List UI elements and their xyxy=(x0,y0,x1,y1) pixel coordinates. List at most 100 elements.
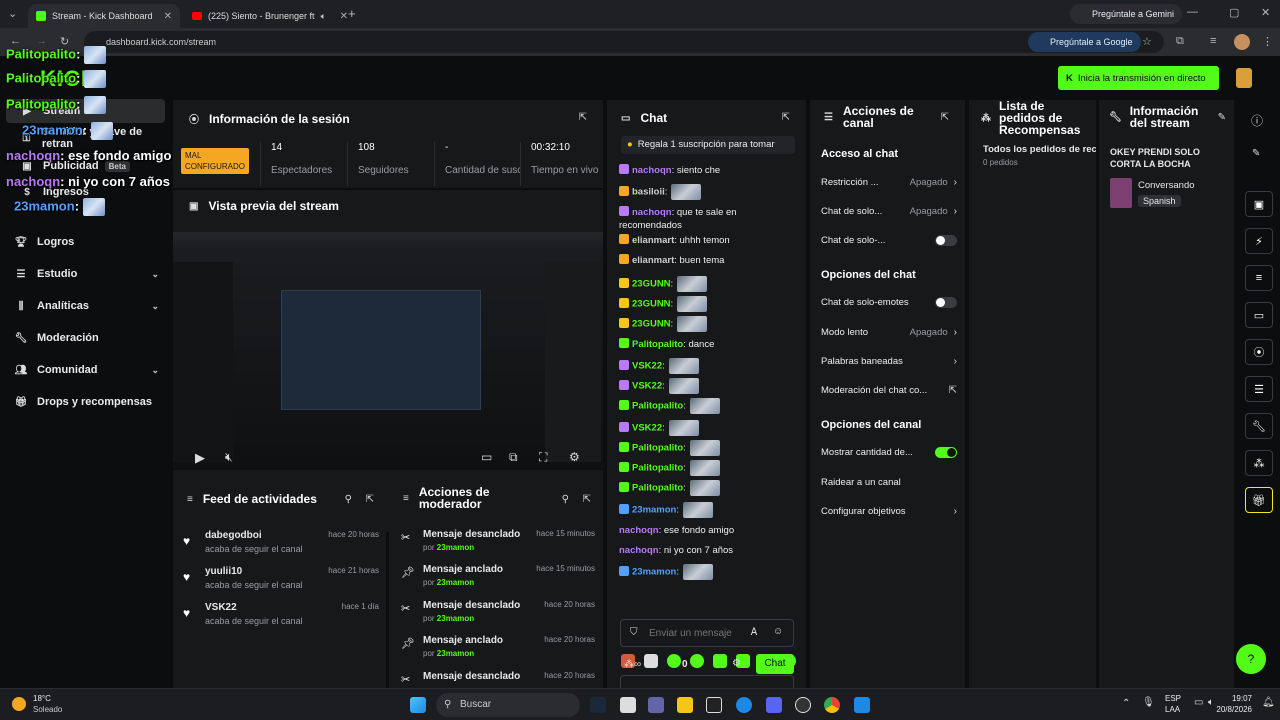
popout-icon[interactable]: ⇱ xyxy=(583,494,591,505)
pip-icon[interactable]: ▭ xyxy=(481,450,492,464)
banned-words-row[interactable]: Palabras baneadas › xyxy=(821,353,957,369)
rail-layout-button[interactable]: ☰ xyxy=(1245,376,1273,402)
folder-icon[interactable] xyxy=(677,697,693,713)
rail-bolt-button[interactable]: ⚡︎ xyxy=(1245,228,1273,254)
send-chat-button[interactable]: Chat xyxy=(756,654,794,674)
configure-goals-row[interactable]: Configurar objetivos › xyxy=(821,503,957,519)
emote-only-row[interactable]: Chat de solo-emotes xyxy=(821,294,957,310)
show-count-row[interactable]: Mostrar cantidad de... xyxy=(821,444,957,460)
chat-message[interactable]: VSK22: xyxy=(619,378,799,394)
chat-message[interactable]: Palitopalito: xyxy=(619,440,799,456)
rail-video-button[interactable]: ▣ xyxy=(1245,191,1273,217)
profile-avatar[interactable] xyxy=(1234,34,1250,50)
sidebar-item-studio[interactable]: ☰ Estudio ⌄ xyxy=(14,264,159,284)
speaker-icon[interactable]: 🔈︎ xyxy=(321,11,326,22)
app-icon[interactable] xyxy=(854,697,870,713)
all-requests-label[interactable]: Todos los pedidos de rec xyxy=(983,144,1096,155)
chat-message[interactable]: Palitopalito: xyxy=(619,480,799,496)
settings-icon[interactable]: ⚙ xyxy=(569,450,580,464)
sidebar-item-drops[interactable]: 🎁︎ Drops y recompensas xyxy=(14,392,159,412)
edge-icon[interactable] xyxy=(736,697,752,713)
help-button[interactable]: ? xyxy=(1236,644,1266,674)
ask-google-button[interactable]: Pregúntale a Google xyxy=(1028,32,1141,52)
sidebar-item-community[interactable]: 👥︎ Comunidad ⌄ xyxy=(14,360,159,380)
bookmark-star-icon[interactable]: ☆ xyxy=(1142,35,1152,48)
notification-icon[interactable]: 🔔︎ xyxy=(1262,697,1275,708)
tab-list-icon[interactable]: ≡ xyxy=(1210,35,1216,47)
chat-message-list[interactable]: nachoqn: siento che basiloii: nachoqn: que… xyxy=(607,164,806,590)
chat-message[interactable]: basiloii: xyxy=(619,184,799,200)
rail-chat-button[interactable]: ▭ xyxy=(1245,302,1273,328)
tab-search-icon[interactable]: ⌄ xyxy=(8,7,17,20)
category-name[interactable]: Conversando xyxy=(1138,180,1195,191)
clock-time[interactable]: 19:07 xyxy=(1222,694,1252,703)
chat-message[interactable]: nachoqn: ese fondo amigo xyxy=(619,524,799,537)
chat-message[interactable]: nachoqn: que te sale en recomendados xyxy=(619,206,799,232)
rail-wrench-button[interactable]: 🔧︎ xyxy=(1245,413,1273,439)
user-avatar[interactable] xyxy=(1236,68,1252,88)
taskbar-search[interactable]: ⚲ Buscar xyxy=(436,693,580,717)
chat-message[interactable]: Palitopalito: xyxy=(619,460,799,476)
users-infinite-icon[interactable]: ⁂∞ xyxy=(624,659,641,670)
tray-chevron-icon[interactable]: ⌃ xyxy=(1122,698,1130,709)
mic-icon[interactable]: 🎙︎ xyxy=(1142,697,1155,708)
slow-mode-row[interactable]: Modo lento Apagado › xyxy=(821,324,957,340)
chat-message[interactable]: Palitopalito: xyxy=(619,398,799,414)
rail-gift-button[interactable]: 🎁︎ xyxy=(1245,487,1273,513)
steam-icon[interactable] xyxy=(590,697,606,713)
store-icon[interactable] xyxy=(620,697,636,713)
chat-message-input[interactable] xyxy=(649,624,749,642)
chat-message[interactable]: 23mamon: xyxy=(619,502,799,518)
restriction-row[interactable]: Restricción ... Apagado › xyxy=(821,174,957,190)
new-tab-icon[interactable]: + xyxy=(348,6,356,21)
chat-only-subs-row[interactable]: Chat de solo-... xyxy=(821,232,957,248)
chat-message[interactable]: 23GUNN: xyxy=(619,276,799,292)
rail-list-button[interactable]: ≡ xyxy=(1245,265,1273,291)
windows-start-icon[interactable] xyxy=(410,697,426,713)
translate-icon[interactable]: Ꭺ xyxy=(751,627,758,638)
close-tab-icon[interactable]: ✕ xyxy=(164,11,172,22)
emoji-icon[interactable]: ☺ xyxy=(773,626,783,637)
discord-icon[interactable] xyxy=(766,697,782,713)
network-icon[interactable]: ▭ xyxy=(1194,697,1203,708)
menu-icon[interactable]: ⋮ xyxy=(1262,35,1273,48)
minimize-icon[interactable]: — xyxy=(1187,6,1198,18)
chat-only-followers-row[interactable]: Chat de solo... Apagado › xyxy=(821,203,957,219)
obs-icon[interactable] xyxy=(795,697,811,713)
chat-message[interactable]: nachoqn: ni yo con 7 años xyxy=(619,544,799,557)
fullscreen-icon[interactable]: ⛶ xyxy=(539,450,547,465)
teams-icon[interactable] xyxy=(648,697,664,713)
sidebar-item-moderation[interactable]: 🔧︎ Moderación xyxy=(14,328,159,348)
gemini-button[interactable]: Pregúntale a Gemini xyxy=(1070,4,1183,24)
maximize-icon[interactable]: ▢ xyxy=(1229,6,1239,19)
theater-icon[interactable]: ⧉ xyxy=(509,450,518,465)
address-bar[interactable]: dashboard.kick.com/stream xyxy=(84,31,1164,53)
info-icon[interactable]: ⓘ xyxy=(1251,112,1263,129)
extensions-icon[interactable]: ⧉ xyxy=(1176,35,1184,48)
chat-settings-icon[interactable]: ⚙ xyxy=(732,658,741,669)
chat-message[interactable]: VSK22: xyxy=(619,358,799,374)
raid-row[interactable]: Raidear a un canal xyxy=(821,474,957,490)
chrome-icon[interactable] xyxy=(824,697,840,713)
pencil-icon[interactable]: ✎ xyxy=(1252,148,1260,159)
edit-icon[interactable]: ✎ xyxy=(1218,112,1226,123)
capcut-icon[interactable] xyxy=(706,697,722,713)
weather-temp[interactable]: 18°C xyxy=(33,694,51,703)
filter-icon[interactable]: ⚲ xyxy=(562,494,569,505)
chat-message[interactable]: 23GUNN: xyxy=(619,316,799,332)
pinned-message[interactable]: ● Regala 1 suscripción para tomar xyxy=(621,136,795,154)
chat-message[interactable]: 23mamon: xyxy=(619,564,799,580)
popout-icon[interactable]: ⇱ xyxy=(941,112,949,123)
start-stream-button[interactable]: K Inicia la transmisión en directo xyxy=(1058,66,1219,90)
chat-moderation-row[interactable]: Moderación del chat co... ⇱ xyxy=(821,382,957,398)
popout-icon[interactable]: ⇱ xyxy=(366,494,374,505)
sidebar-item-analytics[interactable]: ⫼ Analíticas ⌄ xyxy=(14,296,159,316)
lang-1[interactable]: ESP xyxy=(1165,694,1181,703)
mute-icon[interactable]: 🔇︎ xyxy=(225,450,233,465)
filter-icon[interactable]: ⚲ xyxy=(345,494,352,505)
play-icon[interactable]: ▶ xyxy=(195,450,205,466)
popout-icon[interactable]: ⇱ xyxy=(579,112,587,123)
chat-message[interactable]: elianmart: uhhh temon xyxy=(619,234,799,247)
chat-message[interactable]: elianmart: buen tema xyxy=(619,254,799,267)
sidebar-item-achievements[interactable]: 🏆︎ Logros xyxy=(14,232,159,252)
